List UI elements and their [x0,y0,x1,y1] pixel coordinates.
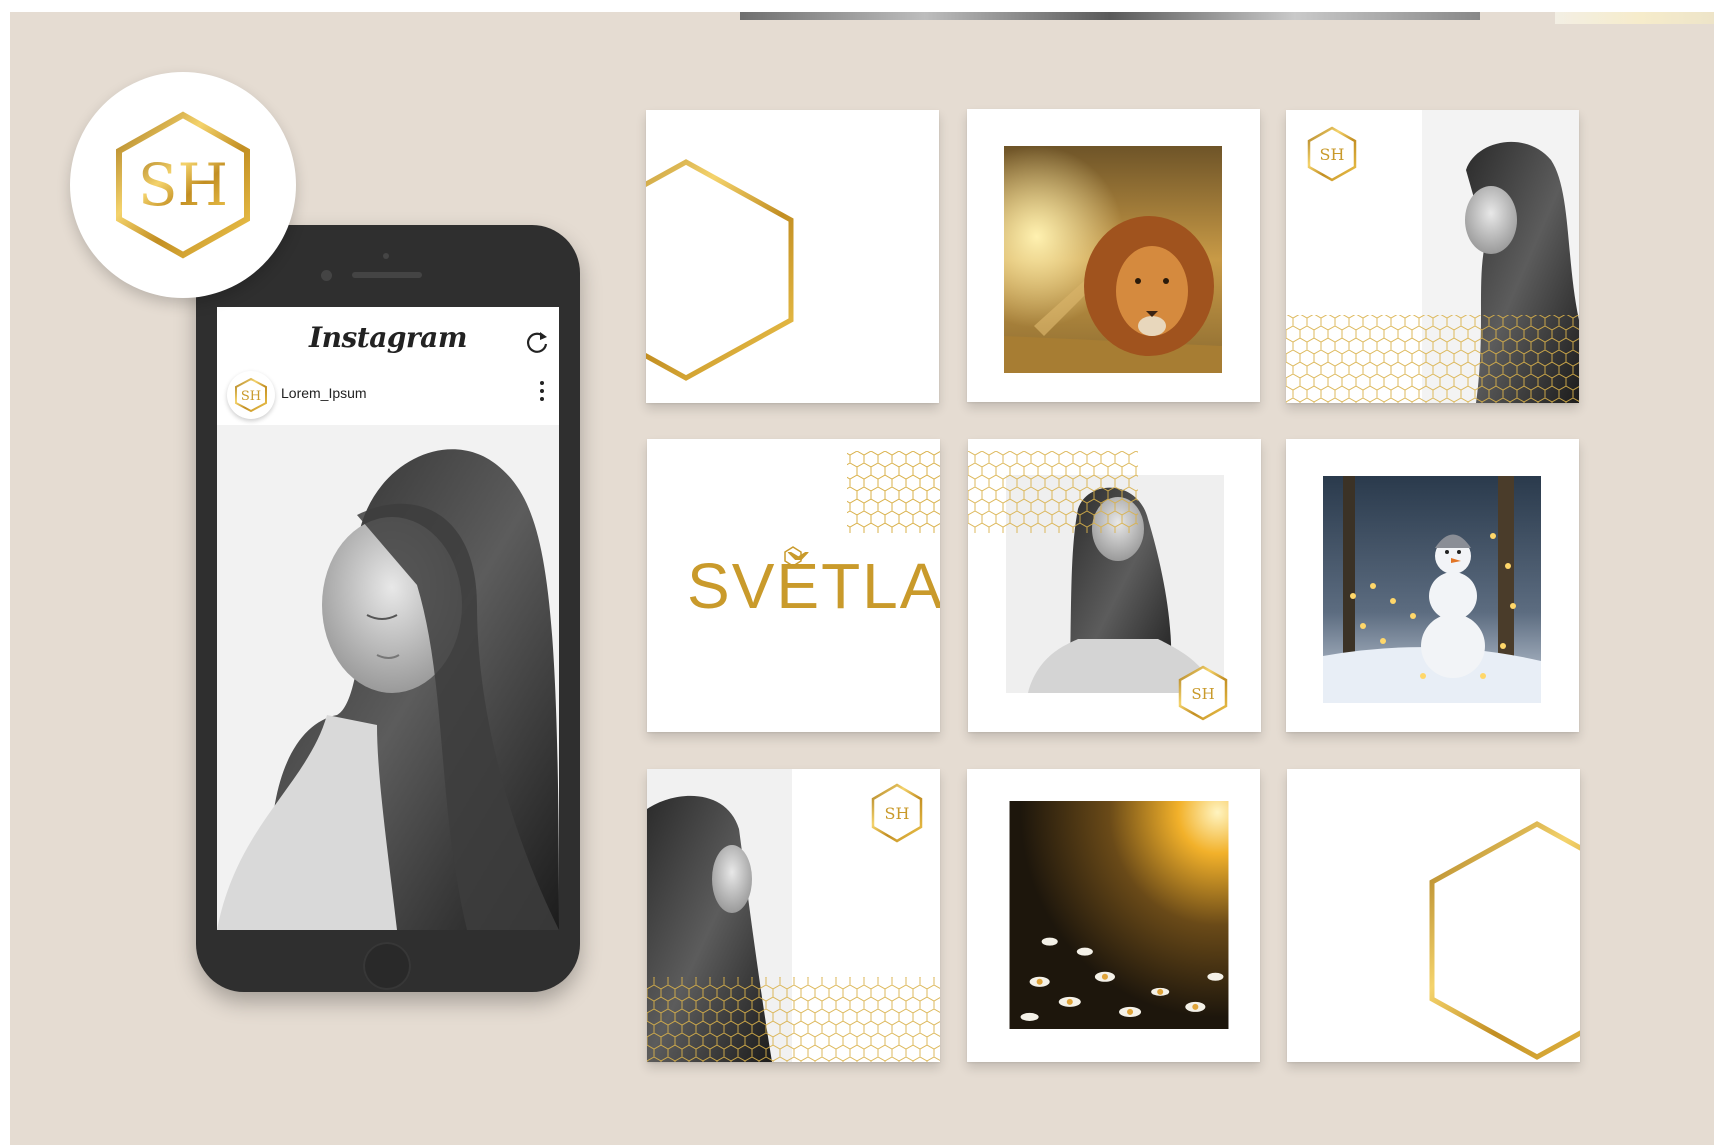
phone-home-button[interactable] [363,942,411,990]
grid-tile-daisies[interactable] [967,769,1260,1062]
phone-speaker [352,272,422,278]
more-vertical-icon[interactable] [539,381,545,407]
top-photo-strip [740,12,1480,20]
phone-screen: Instagram SH Lorem_Ipsum [217,307,559,930]
refresh-icon[interactable] [523,329,551,357]
brand-wordmark: SVĚTLA [687,550,940,622]
brand-logo-badge: SH [70,72,296,298]
lion-photo [1004,146,1222,373]
phone-front-camera [321,270,332,281]
daisies-sunset-photo [1009,801,1229,1029]
post-header: SH Lorem_Ipsum [217,365,559,419]
svg-text:SH: SH [241,389,261,404]
app-title: Instagram [309,321,467,354]
woman-portrait-center: SH [968,451,1228,721]
grid-tile-hexagon-left[interactable] [646,110,939,403]
phone-mockup: Instagram SH Lorem_Ipsum [196,225,580,992]
woman-portrait-honeycomb: SH [1286,110,1579,403]
post-photo[interactable] [217,425,559,930]
svg-text:SH: SH [1320,145,1345,164]
grid-tile-woman-left[interactable]: SH [647,769,940,1062]
svg-text:SH: SH [885,804,910,823]
woman-portrait-left: SH [647,769,940,1062]
hexagon-outline-graphic [1429,821,1580,1060]
hexagon-outline-graphic [646,159,794,381]
top-gold-strip [1555,12,1714,24]
grid-tile-hexagon-right[interactable] [1287,769,1580,1062]
phone-sensor [383,253,389,259]
grid-tile-lion[interactable] [967,109,1260,402]
mockup-canvas: SH Instagram SH Lorem_Ipsum SH SVĚTLA SH… [10,12,1714,1145]
grid-tile-snowman[interactable] [1286,439,1579,732]
post-username[interactable]: Lorem_Ipsum [281,385,367,401]
grid-tile-woman-honeycomb[interactable]: SH [1286,110,1579,403]
snowman-photo [1323,476,1541,703]
grid-tile-wordmark[interactable]: SVĚTLA [647,439,940,732]
svg-text:SH: SH [138,151,228,219]
grid-tile-woman-center[interactable]: SH [968,439,1261,732]
avatar[interactable]: SH [227,371,275,419]
svg-text:SH: SH [1191,685,1214,703]
hexagon-monogram-logo-icon: SH [116,111,250,259]
hexagon-monogram-logo-icon: SH [235,377,267,413]
